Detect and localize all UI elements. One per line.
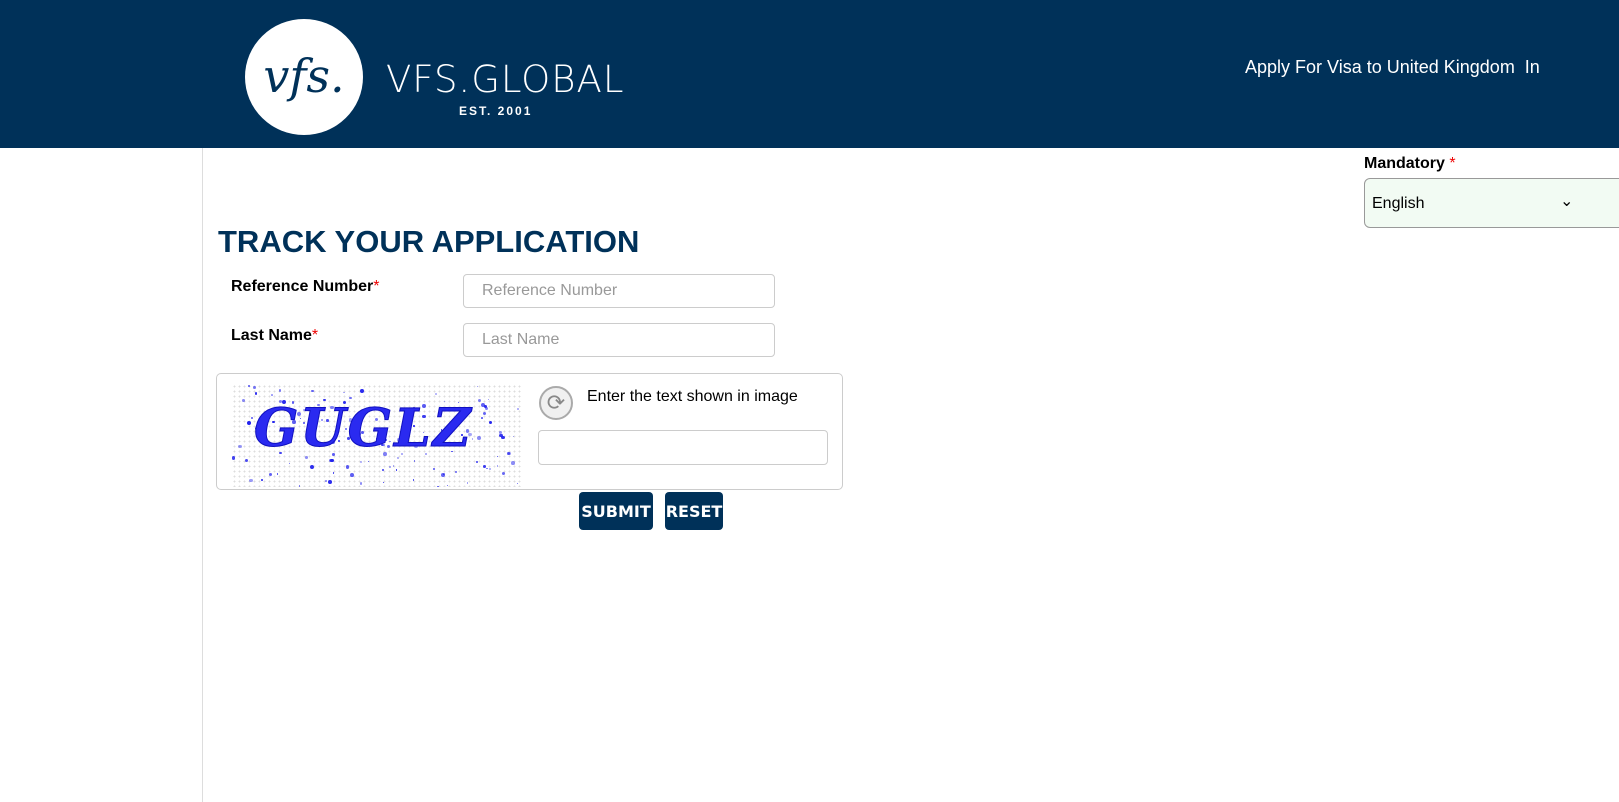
captcha-noise-dot [360,482,362,484]
logo-mark: vfs. [245,49,363,103]
captcha-noise-dot [242,399,245,402]
captcha-noise-dot [333,472,335,474]
captcha-image: GUGLZ [232,384,522,487]
captcha-noise-dot [269,473,272,476]
captcha-noise-dot [489,468,491,470]
captcha-noise-dot [360,461,362,463]
captcha-noise-dot [478,399,481,402]
captcha-noise-dot [382,469,384,471]
captcha-noise-dot [247,421,251,425]
captcha-noise-dot [343,392,345,394]
language-selected: English [1372,195,1424,213]
captcha-noise-dot [255,392,257,394]
captcha-noise-dot [414,460,416,462]
captcha-noise-dot [435,393,437,395]
submit-button[interactable]: SUBMIT [579,492,653,530]
reference-number-label: Reference Number* [231,278,380,296]
captcha-noise-dot [437,486,439,487]
captcha-noise-dot [389,466,391,468]
captcha-noise-dot [383,482,384,483]
captcha-noise-dot [393,465,395,467]
captcha-noise-dot [328,480,332,484]
captcha-noise-dot [477,386,478,387]
captcha-noise-dot [476,461,478,463]
captcha-noise-dot [502,472,506,476]
captcha-noise-dot [489,421,493,425]
captcha-noise-dot [245,459,248,462]
captcha-noise-dot [289,463,290,464]
captcha-prompt: Enter the text shown in image [587,388,798,406]
captcha-noise-dot [350,473,354,477]
captcha-noise-dot [238,445,242,449]
captcha-noise-dot [248,385,250,387]
sidebar-divider [202,148,203,802]
captcha-text: GUGLZ [254,398,473,459]
captcha-noise-dot [346,465,349,468]
vfs-logo[interactable]: vfs. [245,19,363,135]
chevron-down-icon: ⌄ [1560,191,1573,211]
captcha-noise-dot [486,468,487,469]
header: vfs. VFS.GLOBAL EST. 2001 Apply For Visa… [0,0,1619,148]
captcha-noise-dot [499,434,502,437]
page-title: TRACK YOUR APPLICATION [218,224,639,260]
refresh-icon[interactable]: ⟳ [539,386,573,420]
captcha-noise-dot [447,485,448,486]
captcha-noise-dot [279,389,282,392]
captcha-noise-dot [517,408,519,410]
captcha-noise-dot [467,482,469,484]
reset-button[interactable]: RESET [665,492,723,530]
apply-visa-text: Apply For Visa to United Kingdom In [1245,57,1540,78]
language-select[interactable]: English ⌄ [1364,178,1619,228]
captcha-noise-dot [497,465,498,466]
captcha-noise-dot [455,471,457,473]
captcha-noise-dot [261,479,263,481]
captcha-noise-dot [513,436,514,437]
captcha-noise-dot [277,473,278,474]
captcha-noise-dot [311,390,314,393]
last-name-label: Last Name* [231,327,318,345]
captcha-noise-dot [310,465,314,469]
last-name-input[interactable] [463,323,775,357]
captcha-noise-dot [481,417,483,419]
captcha-noise-dot [413,479,415,481]
captcha-noise-dot [396,469,398,471]
captcha-noise-dot [251,417,253,419]
captcha-input[interactable] [538,430,828,465]
captcha-noise-dot [325,480,327,482]
captcha-noise-dot [368,461,369,462]
captcha-noise-dot [511,461,515,465]
captcha-noise-dot [360,389,364,393]
captcha-noise-dot [330,459,334,463]
brand-est: EST. 2001 [459,104,532,118]
captcha-noise-dot [507,452,510,455]
captcha-noise-dot [441,473,445,477]
captcha-noise-dot [249,479,252,482]
captcha-noise-dot [253,386,256,389]
captcha-noise-dot [271,394,273,396]
captcha-noise-dot [433,468,435,470]
captcha-noise-dot [299,485,300,486]
captcha-noise-dot [232,456,235,459]
reference-number-input[interactable] [463,274,775,308]
captcha-noise-dot [517,483,518,484]
language-label: Mandatory * [1364,155,1456,173]
captcha-noise-dot [488,399,489,400]
captcha-noise-dot [477,436,481,440]
captcha-noise-dot [483,412,486,415]
brand-name: VFS.GLOBAL [386,58,624,101]
captcha-noise-dot [497,456,499,458]
